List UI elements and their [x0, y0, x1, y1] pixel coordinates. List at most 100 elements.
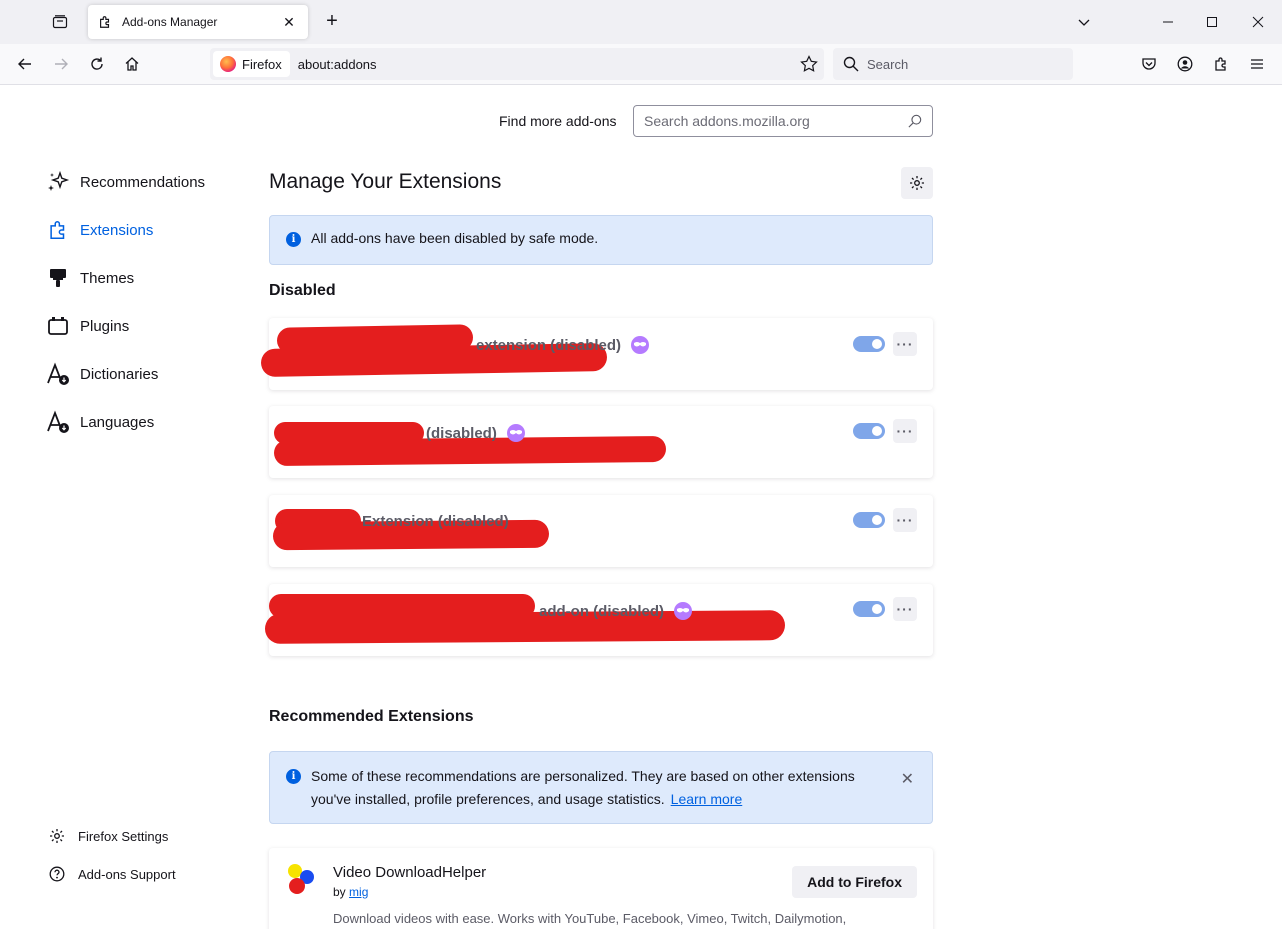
recommended-addon-card[interactable]: Video DownloadHelper by mig Download vid… — [269, 848, 933, 929]
sidebar-item-themes[interactable]: Themes — [46, 263, 134, 293]
private-browsing-icon — [506, 424, 525, 442]
close-tab-icon[interactable]: ✕ — [280, 14, 298, 31]
extension-name: extension (disabled) — [476, 336, 650, 354]
amo-search-input[interactable]: Search addons.mozilla.org — [633, 105, 933, 137]
tab-list-icon — [52, 15, 68, 29]
bookmark-star-icon[interactable] — [800, 55, 818, 73]
personalized-message-text: you've installed, profile preferences, a… — [311, 791, 665, 807]
sidebar-addons-support[interactable]: Add-ons Support — [48, 863, 176, 885]
tab-addons-manager[interactable]: Add-ons Manager ✕ — [88, 5, 308, 39]
tab-bar: Add-ons Manager ✕ + — [0, 0, 1282, 44]
url-bar[interactable]: Firefox about:addons — [210, 48, 824, 80]
personalized-message-line-1: Some of these recommendations are person… — [311, 768, 855, 784]
sidebar-item-label: Themes — [80, 269, 135, 287]
tab-title: Add-ons Manager — [122, 15, 218, 29]
close-window-button[interactable] — [1246, 10, 1270, 34]
sidebar-item-extensions[interactable]: Extensions — [46, 215, 153, 245]
personalized-message-line-2: you've installed, profile preferences, a… — [311, 788, 855, 811]
extension-card[interactable]: (disabled) ··· — [269, 406, 933, 478]
brush-icon — [46, 266, 70, 290]
author-link[interactable]: mig — [349, 885, 368, 899]
extension-name-text: add-on (disabled) — [539, 602, 664, 620]
personalized-message-bar: i Some of these recommendations are pers… — [269, 751, 933, 824]
addon-logo-icon — [288, 864, 314, 894]
plugin-icon — [46, 314, 70, 338]
sidebar-item-label: Languages — [80, 413, 155, 431]
account-icon — [1177, 56, 1193, 72]
sidebar-item-dictionaries[interactable]: Dictionaries — [46, 359, 158, 389]
more-options-button[interactable]: ··· — [893, 332, 917, 356]
sidebar-item-plugins[interactable]: Plugins — [46, 311, 129, 341]
tools-menu-button[interactable] — [901, 167, 933, 199]
forward-button[interactable] — [49, 52, 73, 76]
safe-mode-message: All add-ons have been disabled by safe m… — [311, 230, 599, 246]
addon-author: by mig — [333, 885, 368, 899]
addon-description: Download videos with ease. Works with Yo… — [333, 911, 847, 926]
search-icon — [843, 56, 859, 72]
sidebar-firefox-settings[interactable]: Firefox Settings — [48, 825, 168, 847]
enable-toggle[interactable] — [853, 336, 885, 352]
home-icon — [125, 57, 139, 71]
home-button[interactable] — [120, 52, 144, 76]
reload-button[interactable] — [85, 52, 109, 76]
enable-toggle[interactable] — [853, 512, 885, 528]
info-icon: i — [286, 232, 301, 247]
sidebar-item-recommendations[interactable]: Recommendations — [46, 167, 205, 197]
back-button[interactable] — [13, 52, 37, 76]
maximize-button[interactable] — [1200, 10, 1224, 34]
recommended-heading: Recommended Extensions — [269, 708, 474, 725]
identity-box[interactable]: Firefox — [213, 51, 290, 77]
pocket-button[interactable] — [1137, 52, 1161, 76]
minimize-button[interactable] — [1156, 10, 1180, 34]
sidebar-item-label: Plugins — [80, 317, 130, 335]
redaction-mark — [264, 610, 786, 644]
by-label: by — [333, 885, 346, 899]
reload-icon — [91, 57, 103, 70]
navigation-toolbar: Firefox about:addons Search — [0, 44, 1282, 85]
extension-card[interactable]: extension (disabled) ··· — [260, 318, 933, 390]
learn-more-link[interactable]: Learn more — [671, 791, 743, 807]
safe-mode-message-bar: i All add-ons have been disabled by safe… — [269, 215, 933, 265]
url-text[interactable]: about:addons — [298, 57, 377, 72]
sidebar-item-label: Dictionaries — [80, 365, 159, 383]
enable-toggle[interactable] — [853, 423, 885, 439]
sidebar-item-label: Recommendations — [80, 173, 206, 191]
amo-search-placeholder: Search addons.mozilla.org — [644, 113, 810, 129]
puzzle-icon — [98, 14, 114, 30]
gear-icon — [48, 827, 66, 845]
more-options-button[interactable]: ··· — [893, 597, 917, 621]
puzzle-icon — [1215, 57, 1226, 71]
list-all-tabs-button[interactable] — [48, 10, 72, 34]
enable-toggle[interactable] — [853, 601, 885, 617]
account-button[interactable] — [1173, 52, 1197, 76]
search-icon — [908, 114, 922, 128]
sidebar-item-languages[interactable]: Languages — [46, 407, 154, 437]
extension-name: Extension (disabled) — [362, 513, 509, 530]
extension-card[interactable]: Extension (disabled) ··· — [269, 495, 933, 567]
search-placeholder: Search — [867, 56, 909, 72]
search-bar[interactable]: Search — [833, 48, 1073, 80]
more-options-button[interactable]: ··· — [893, 419, 917, 443]
close-icon[interactable]: ✕ — [901, 768, 914, 791]
extensions-button[interactable] — [1209, 52, 1233, 76]
add-to-firefox-button[interactable]: Add to Firefox — [792, 866, 917, 898]
extension-name-text: extension (disabled) — [476, 336, 622, 354]
pocket-icon — [1142, 58, 1156, 70]
extension-card[interactable]: add-on (disabled) ··· — [264, 584, 933, 656]
find-more-label: Find more add-ons — [499, 113, 617, 129]
extension-name: add-on (disabled) — [539, 602, 692, 620]
app-menu-button[interactable] — [1245, 52, 1269, 76]
gear-icon — [910, 176, 924, 190]
language-icon — [46, 410, 70, 434]
extension-name-text: (disabled) — [426, 424, 497, 442]
private-browsing-icon — [674, 602, 692, 620]
sidebar-footer-label: Add-ons Support — [78, 866, 176, 882]
addon-name[interactable]: Video DownloadHelper — [333, 864, 486, 881]
help-icon — [48, 865, 66, 883]
addons-content: Find more add-ons Search addons.mozilla.… — [0, 85, 1282, 929]
more-options-button[interactable]: ··· — [893, 508, 917, 532]
extension-name: (disabled) — [426, 424, 525, 442]
firefox-logo-icon — [220, 56, 236, 72]
chevron-down-icon[interactable] — [1072, 10, 1096, 34]
new-tab-button[interactable]: + — [320, 10, 344, 34]
